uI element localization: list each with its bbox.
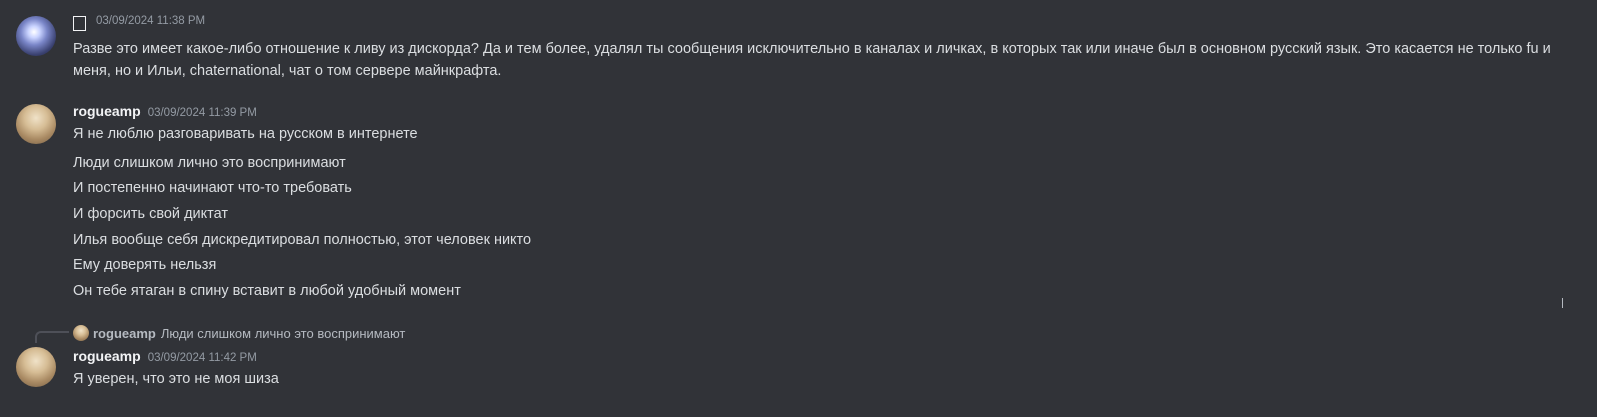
message-text: Люди слишком лично это воспринимают bbox=[73, 155, 346, 171]
timestamp[interactable]: 03/09/2024 11:38 PM bbox=[96, 15, 205, 27]
timestamp[interactable]: 03/09/2024 11:42 PM bbox=[148, 352, 257, 364]
user-avatar[interactable] bbox=[16, 16, 56, 56]
timestamp[interactable]: 03/09/2024 11:39 PM bbox=[148, 107, 257, 119]
message-text: Он тебе ятаган в спину вставит в любой у… bbox=[73, 283, 461, 299]
message-text: И форсить свой диктат bbox=[73, 206, 228, 222]
user-avatar[interactable] bbox=[16, 347, 56, 387]
message-header: rogueamp 03/09/2024 11:42 PM bbox=[73, 348, 257, 368]
reply-preview[interactable]: rogueamp Люди слишком лично это восприни… bbox=[73, 324, 405, 342]
username[interactable]: rogueamp bbox=[73, 348, 141, 364]
chat-messages: ￼ 03/09/2024 11:38 PM Разве это имеет ка… bbox=[0, 0, 1597, 417]
message-text: И постепенно начинают что-то требовать bbox=[73, 180, 352, 196]
message-header: rogueamp 03/09/2024 11:39 PM bbox=[73, 103, 257, 123]
user-avatar[interactable] bbox=[16, 104, 56, 144]
message-text: Я не люблю разговаривать на русском в ин… bbox=[73, 126, 418, 142]
reply-connector bbox=[35, 331, 69, 343]
reply-text[interactable]: Люди слишком лично это воспринимают bbox=[161, 326, 406, 341]
message-text: Разве это имеет какое-либо отношение к л… bbox=[73, 41, 1551, 79]
message-text: Илья вообще себя дискредитировал полност… bbox=[73, 232, 532, 248]
message-header: ￼ 03/09/2024 11:38 PM bbox=[73, 14, 205, 34]
username[interactable]: rogueamp bbox=[73, 103, 141, 119]
reply-avatar-icon bbox=[73, 325, 89, 341]
message-text: Я уверен, что это не моя шиза bbox=[73, 371, 279, 387]
scroll-indicator bbox=[1562, 298, 1563, 308]
reply-username[interactable]: rogueamp bbox=[93, 326, 156, 341]
username-glyph[interactable]: ￼ bbox=[73, 16, 86, 31]
message-text: Ему доверять нельзя bbox=[73, 257, 217, 273]
